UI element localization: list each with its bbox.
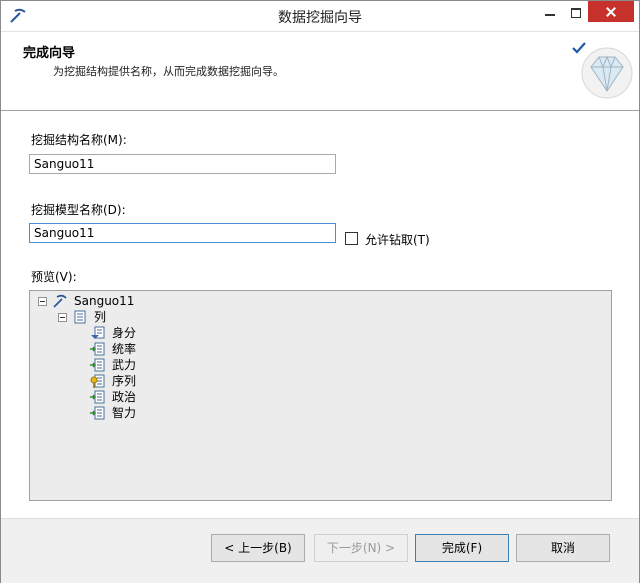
page-description: 为挖掘结构提供名称，从而完成数据挖掘向导。 [53, 65, 284, 78]
preview-label: 预览(V): [31, 270, 77, 284]
input-column-icon [90, 390, 105, 404]
next-button[interactable]: 下一步(N) > [314, 534, 408, 562]
tree-columns-node[interactable]: 列 [30, 309, 330, 325]
tree-column-item[interactable]: 政治 [30, 389, 330, 405]
column-label: 统率 [112, 342, 137, 356]
predict-column-icon [91, 326, 105, 339]
close-button[interactable] [588, 1, 634, 22]
collapse-root-icon[interactable] [38, 297, 47, 306]
column-label: 身分 [112, 326, 137, 340]
tree-column-item[interactable]: 身分 [30, 325, 330, 341]
input-column-icon [90, 342, 105, 356]
diamond-icon [581, 47, 633, 99]
allow-drillthrough-checkbox[interactable] [345, 232, 358, 245]
columns-folder-icon [74, 310, 86, 324]
wizard-window: 数据挖掘向导 完成向导 为挖掘结构提供名称，从而完成数据挖掘向导。 挖掘结构名称… [0, 0, 640, 583]
tree-root-label: Sanguo11 [74, 294, 135, 308]
wizard-header: 完成向导 为挖掘结构提供名称，从而完成数据挖掘向导。 [1, 32, 639, 111]
tree-column-item[interactable]: 统率 [30, 341, 330, 357]
structure-name-label: 挖掘结构名称(M): [31, 133, 127, 147]
key-column-icon [90, 374, 105, 388]
allow-drillthrough-label[interactable]: 允许钻取(T) [365, 231, 430, 248]
column-label: 智力 [112, 406, 137, 420]
tree-column-item[interactable]: 智力 [30, 405, 330, 421]
title-bar[interactable]: 数据挖掘向导 [1, 1, 639, 32]
back-button[interactable]: < 上一步(B) [211, 534, 305, 562]
mining-structure-icon [53, 294, 67, 308]
column-label: 政治 [112, 390, 137, 404]
tree-root-node[interactable]: Sanguo11 [30, 293, 330, 309]
input-column-icon [90, 406, 105, 420]
minimize-button[interactable] [537, 1, 565, 23]
cancel-button[interactable]: 取消 [516, 534, 610, 562]
tree-column-item[interactable]: 武力 [30, 357, 330, 373]
column-label: 序列 [112, 374, 137, 388]
wizard-content: 挖掘结构名称(M): 挖掘模型名称(D): 允许钻取(T) 预览(V): San… [1, 111, 639, 518]
column-label: 武力 [112, 358, 137, 372]
wizard-footer: < 上一步(B) 下一步(N) > 完成(F) 取消 [1, 518, 639, 583]
structure-name-input[interactable] [29, 154, 336, 174]
tree-columns-label: 列 [94, 310, 107, 324]
finish-button[interactable]: 完成(F) [415, 534, 509, 562]
tree-column-item[interactable]: 序列 [30, 373, 330, 389]
page-title: 完成向导 [23, 46, 76, 61]
model-name-input[interactable] [29, 223, 336, 243]
collapse-columns-icon[interactable] [58, 313, 67, 322]
input-column-icon [90, 358, 105, 372]
model-name-label: 挖掘模型名称(D): [31, 203, 126, 217]
preview-tree[interactable]: Sanguo11 列 身分 统率 武力 序列 政治 智力 [29, 290, 612, 501]
